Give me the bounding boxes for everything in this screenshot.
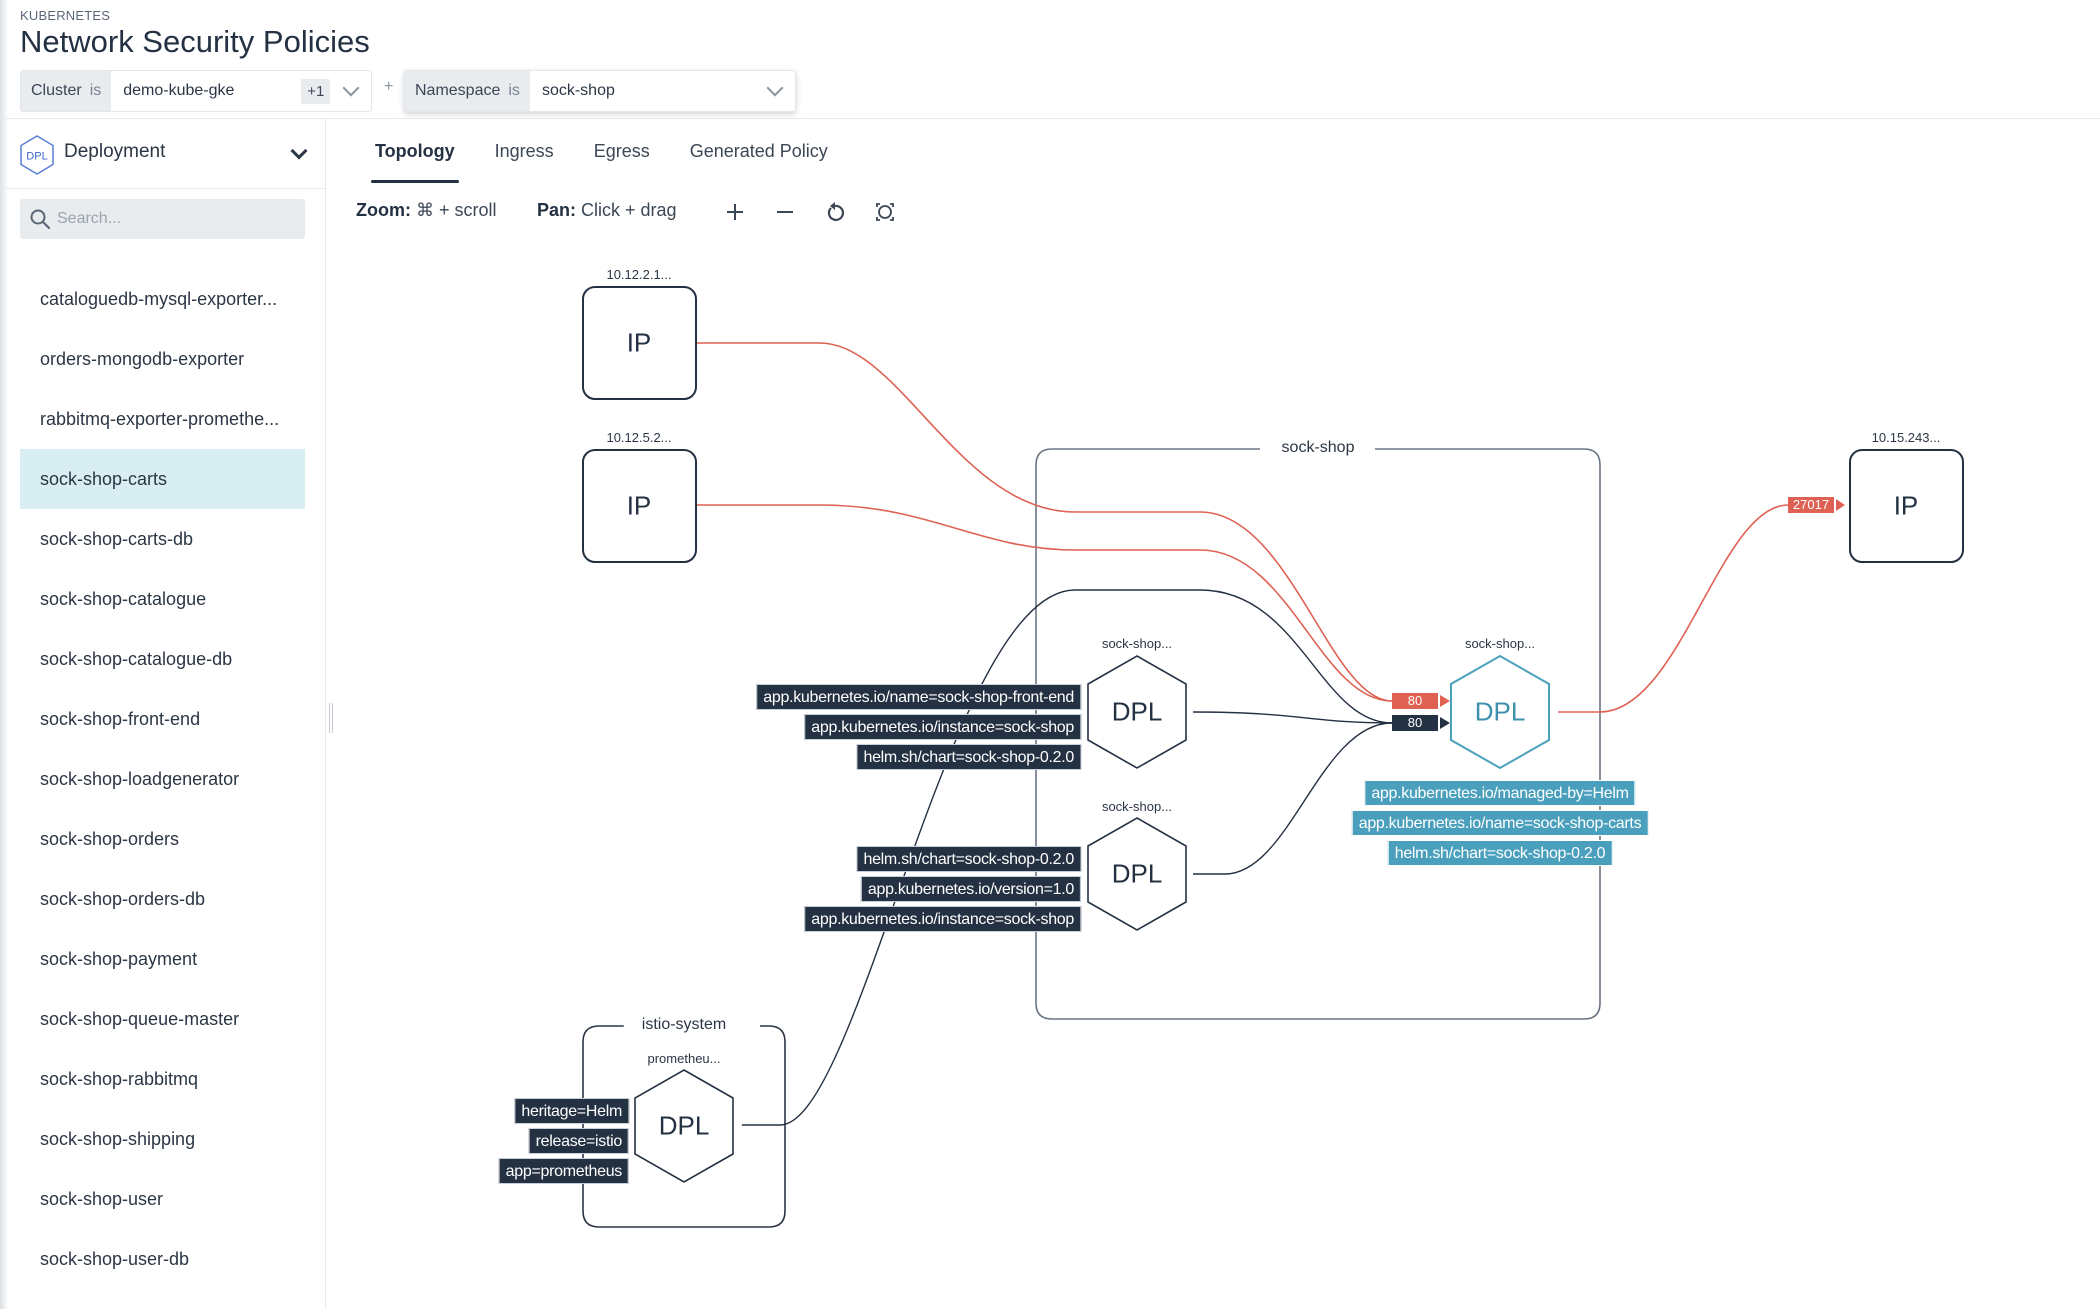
- deployment-node-text: DPL: [1111, 858, 1163, 889]
- label-tag: helm.sh/chart=sock-shop-0.2.0: [856, 744, 1081, 770]
- ip-node-label: 10.12.2.1...: [606, 267, 672, 282]
- edge-carts-to-ip3[interactable]: [1558, 504, 1789, 713]
- ip-node-text: IP: [1893, 490, 1919, 521]
- port-arrow-egress: [1836, 499, 1845, 511]
- topology-canvas[interactable]: sock-shop istio-system 10.12.2.1... IP 1…: [0, 0, 2100, 1309]
- label-tag: heritage=Helm: [514, 1098, 629, 1124]
- deployment-node-label: prometheu...: [647, 1051, 721, 1066]
- deployment-node-label: sock-shop...: [1101, 799, 1173, 814]
- ip-node-label: 10.12.5.2...: [606, 430, 672, 445]
- label-tag: release=istio: [528, 1128, 629, 1154]
- deployment-node-label: sock-shop...: [1101, 636, 1173, 651]
- label-tag-selected: app.kubernetes.io/name=sock-shop-carts: [1351, 810, 1649, 836]
- topology-svg[interactable]: [0, 0, 2100, 1309]
- label-tag: app.kubernetes.io/version=1.0: [860, 876, 1081, 902]
- namespace-label-sock-shop: sock-shop: [1263, 439, 1373, 457]
- edge-dpl2-to-carts[interactable]: [1193, 722, 1393, 875]
- deployment-node-text: DPL: [658, 1110, 710, 1141]
- label-tag: app=prometheus: [498, 1158, 629, 1184]
- edge-ip1-to-carts[interactable]: [696, 342, 1393, 702]
- deployment-node-text: DPL: [1111, 696, 1163, 727]
- port-arrow-red: [1440, 695, 1450, 707]
- port-arrow-dark: [1440, 717, 1450, 729]
- label-tag-selected: app.kubernetes.io/managed-by=Helm: [1364, 780, 1636, 806]
- edge-ip2-to-carts[interactable]: [696, 504, 1393, 702]
- port-badge-internal: 80: [1392, 715, 1438, 731]
- label-tag: app.kubernetes.io/instance=sock-shop: [804, 906, 1081, 932]
- namespace-label-istio-system: istio-system: [623, 1016, 745, 1034]
- ip-node-text: IP: [626, 490, 652, 521]
- deployment-node-label: sock-shop...: [1464, 636, 1536, 651]
- label-tag: app.kubernetes.io/instance=sock-shop: [804, 714, 1081, 740]
- ip-node-text: IP: [626, 327, 652, 358]
- port-badge-egress: 27017: [1788, 497, 1834, 513]
- edge-frontend-to-carts[interactable]: [1192, 711, 1393, 724]
- label-tag: helm.sh/chart=sock-shop-0.2.0: [856, 846, 1081, 872]
- deployment-node-text: DPL: [1474, 696, 1526, 727]
- ip-node-label: 10.15.243...: [1871, 430, 1941, 445]
- label-tag-selected: helm.sh/chart=sock-shop-0.2.0: [1387, 840, 1613, 866]
- label-tag: app.kubernetes.io/name=sock-shop-front-e…: [756, 684, 1081, 710]
- port-badge-external: 80: [1392, 693, 1438, 709]
